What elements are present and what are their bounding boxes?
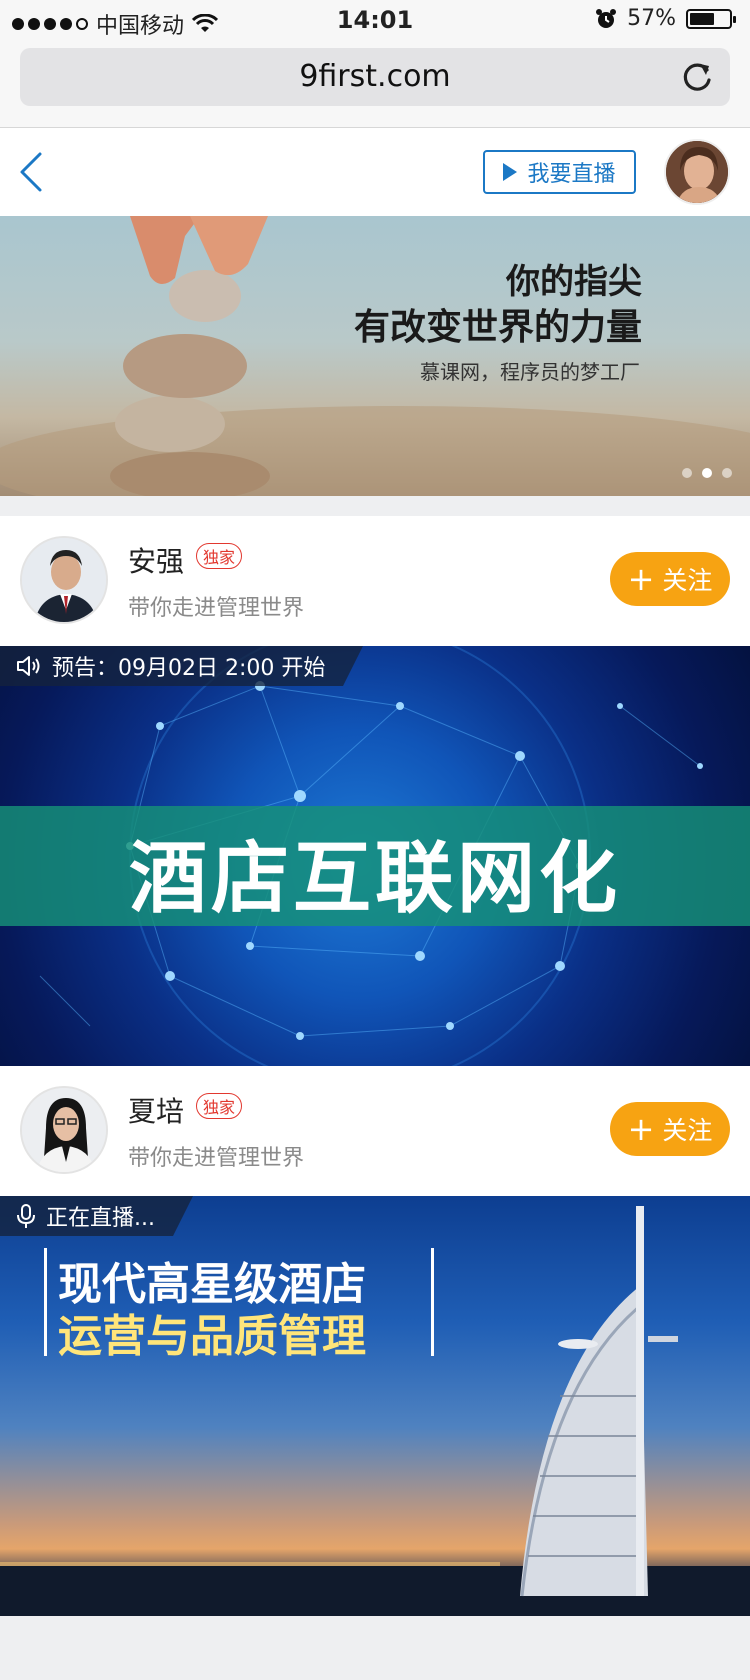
host-avatar-image [22, 538, 106, 622]
alarm-clock-icon [596, 8, 617, 28]
hero-subtitle: 慕课网，程序员的梦工厂 [420, 360, 640, 384]
user-avatar[interactable] [664, 139, 730, 205]
status-tag-text: 预告：09月02日 2:00 开始 [52, 656, 326, 681]
plus-icon: + [627, 1110, 655, 1148]
host-name: 安强 [128, 545, 185, 578]
course-banner[interactable]: 酒店互联网化 预告：09月02日 2:00 开始 [0, 646, 750, 1066]
host-row[interactable]: 夏培 独家 带你走进管理世界 + 关注 [0, 1066, 750, 1196]
carousel-indicator[interactable] [682, 468, 732, 478]
banner-title: 酒店互联网化 [128, 834, 621, 924]
status-tag: 正在直播... [0, 1196, 193, 1236]
follow-label: 关注 [662, 1116, 713, 1145]
host-avatar-image [22, 1088, 106, 1172]
battery-level [690, 12, 714, 25]
start-live-button[interactable]: 我要直播 [483, 150, 636, 194]
speaker-icon [17, 656, 40, 676]
host-description: 带你走进管理世界 [128, 596, 305, 621]
chevron-left-icon[interactable] [16, 150, 46, 194]
host-avatar[interactable] [20, 1086, 108, 1174]
status-bar: 中国移动 14:01 57% [0, 0, 750, 40]
host-avatar[interactable] [20, 536, 108, 624]
battery-percent: 57% [627, 6, 676, 31]
bottom-spacer [0, 1616, 750, 1680]
status-tag-text: 正在直播... [46, 1206, 155, 1231]
start-live-label: 我要直播 [527, 162, 616, 187]
plus-icon: + [627, 560, 655, 598]
host-row[interactable]: 安强 独家 带你走进管理世界 + 关注 [0, 516, 750, 646]
status-tag: 预告：09月02日 2:00 开始 [0, 646, 364, 686]
url-text[interactable]: 9first.com [20, 59, 730, 94]
section-gap [0, 496, 750, 516]
banner-title-line2: 运营与品质管理 [58, 1311, 366, 1362]
follow-label: 关注 [662, 566, 713, 595]
host-description: 带你走进管理世界 [128, 1146, 305, 1171]
exclusive-badge: 独家 [196, 543, 243, 569]
carousel-dot[interactable] [702, 468, 712, 478]
hero-banner[interactable]: 你的指尖 有改变世界的力量 慕课网，程序员的梦工厂 [0, 216, 750, 496]
carousel-dot[interactable] [722, 468, 732, 478]
carousel-dot[interactable] [682, 468, 692, 478]
follow-button[interactable]: + 关注 [610, 1102, 730, 1156]
app-header: 我要直播 [0, 128, 750, 216]
host-name: 夏培 [128, 1095, 185, 1128]
address-bar[interactable]: 9first.com [20, 48, 730, 106]
user-avatar-image [666, 141, 728, 203]
hero-title-line2: 有改变世界的力量 [353, 307, 642, 348]
exclusive-badge: 独家 [196, 1093, 243, 1119]
course-banner[interactable]: 现代高星级酒店 运营与品质管理 正在直播... [0, 1196, 750, 1616]
battery-icon [686, 8, 736, 29]
play-icon [503, 163, 518, 181]
status-right: 57% [595, 6, 736, 31]
reload-icon[interactable] [678, 58, 716, 96]
microphone-icon [17, 1204, 35, 1228]
hero-title-line1: 你的指尖 [506, 262, 642, 302]
follow-button[interactable]: + 关注 [610, 552, 730, 606]
browser-toolbar: 9first.com [0, 40, 750, 128]
